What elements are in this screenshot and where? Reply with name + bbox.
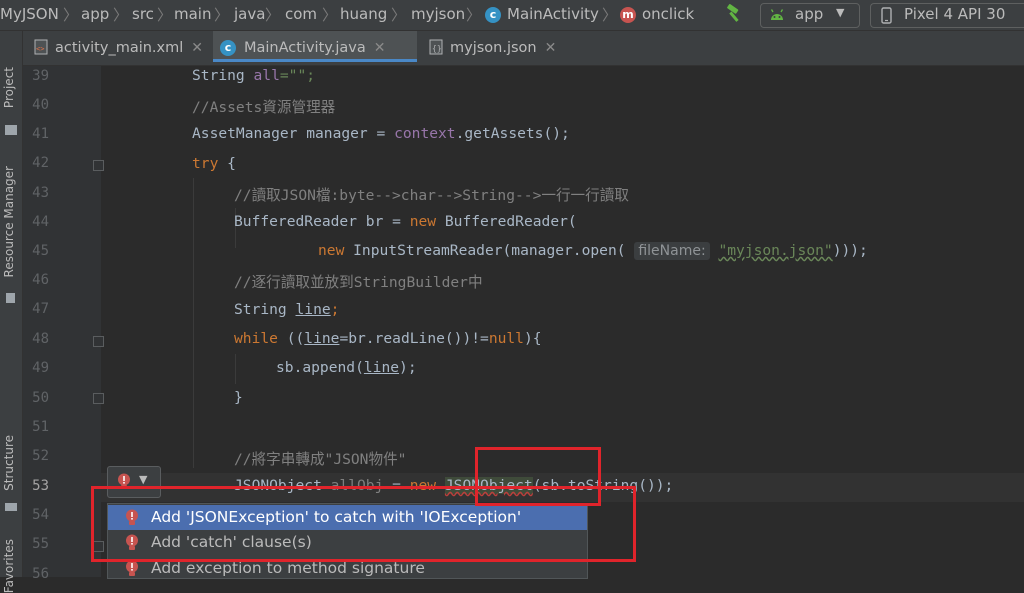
structure-icon	[5, 503, 17, 511]
chevron-right-icon: 〉	[391, 6, 407, 24]
breadcrumb-mainactivity-label: MainActivity	[507, 5, 599, 23]
svg-text:<>: <>	[36, 45, 44, 53]
method-icon: m	[620, 7, 636, 23]
line-number: 47	[32, 301, 49, 317]
hammer-icon[interactable]	[724, 4, 744, 24]
chevron-right-icon: 〉	[322, 6, 338, 24]
line-number: 56	[32, 566, 49, 582]
line-number: 54	[32, 507, 49, 523]
line-number: 46	[32, 272, 49, 288]
xml-file-icon: <>	[34, 39, 48, 55]
indent-guide	[193, 178, 194, 468]
android-icon	[770, 9, 784, 20]
project-tool-tab[interactable]: Project	[2, 67, 16, 108]
line-number-current: 53	[32, 478, 49, 494]
navigation-bar: MyJSON 〉 app 〉 src 〉 main 〉 java 〉 com 〉…	[0, 0, 1024, 31]
chevron-right-icon: 〉	[113, 6, 129, 24]
breadcrumb-huang[interactable]: huang	[340, 5, 387, 23]
code-line-43: //讀取JSON檔:byte-->char-->String-->一行一行讀取	[234, 187, 629, 204]
error-bulb-icon	[126, 560, 138, 576]
chevron-right-icon: 〉	[265, 6, 281, 24]
line-number: 43	[32, 185, 49, 201]
chevron-down-icon: ▼	[139, 473, 148, 486]
breadcrumb-onclick[interactable]: m onclick	[620, 5, 694, 23]
breadcrumb-src[interactable]: src	[132, 5, 154, 23]
code-line-48: while ((line=br.readLine())!=null){	[234, 330, 542, 347]
line-number: 52	[32, 448, 49, 464]
parameter-hint: fileName:	[634, 242, 710, 260]
breadcrumb-java[interactable]: java	[234, 5, 265, 23]
line-number: 40	[32, 97, 49, 113]
annotation-box-quickfix	[91, 486, 636, 562]
class-icon: c	[485, 7, 501, 23]
chevron-right-icon: 〉	[63, 6, 79, 24]
svg-text:{}: {}	[432, 44, 442, 53]
tab-label: MainActivity.java	[244, 40, 366, 56]
code-line-44: BufferedReader br = new BufferedReader(	[234, 213, 577, 230]
fold-marker-icon[interactable]	[93, 393, 104, 404]
chevron-right-icon: 〉	[157, 6, 173, 24]
run-config-label: app	[795, 5, 824, 23]
editor-gutter	[23, 66, 101, 577]
breadcrumb-project[interactable]: MyJSON	[0, 5, 59, 23]
tab-activity-main-xml[interactable]: <> activity_main.xml ✕	[33, 31, 213, 65]
line-number: 50	[32, 390, 49, 406]
tab-mainactivity-java[interactable]: c MainActivity.java ✕	[213, 31, 417, 62]
tab-label: myjson.json	[450, 40, 537, 56]
code-line-47: String line;	[234, 301, 340, 318]
line-number: 48	[32, 331, 49, 347]
breadcrumb-mainactivity[interactable]: c MainActivity	[485, 5, 599, 23]
close-icon[interactable]: ✕	[545, 40, 557, 56]
device-label: Pixel 4 API 30	[904, 5, 1006, 23]
phone-icon	[881, 7, 892, 24]
fold-marker-icon[interactable]	[93, 160, 104, 171]
editor-tabs: <> activity_main.xml ✕ c MainActivity.java…	[23, 31, 1024, 66]
line-number: 41	[32, 126, 49, 142]
close-icon[interactable]: ✕	[374, 40, 386, 56]
code-line-46: //逐行讀取並放到StringBuilder中	[234, 274, 483, 291]
device-select[interactable]: Pixel 4 API 30	[870, 3, 1024, 28]
run-config-select[interactable]: app ▼	[760, 3, 860, 28]
line-number: 55	[32, 536, 49, 552]
favorites-tool-tab[interactable]: Favorites	[2, 539, 16, 593]
folder-icon	[5, 125, 17, 135]
chevron-down-icon: ▼	[836, 6, 845, 19]
line-number: 45	[32, 243, 49, 259]
line-number: 42	[32, 155, 49, 171]
tool-window-strip: Project Resource Manager Structure Favor…	[0, 31, 23, 593]
structure-tool-tab[interactable]: Structure	[2, 435, 16, 491]
tab-label: activity_main.xml	[55, 40, 184, 56]
line-number: 39	[32, 68, 49, 84]
line-number: 44	[32, 214, 49, 230]
code-line-50: }	[234, 389, 243, 406]
resource-icon	[6, 293, 15, 303]
code-line-39: String all="";	[192, 67, 316, 84]
breadcrumb-myjson[interactable]: myjson	[411, 5, 465, 23]
json-file-icon: {}	[429, 39, 443, 55]
breadcrumb-onclick-label: onclick	[642, 5, 695, 23]
line-number: 51	[32, 419, 49, 435]
fold-marker-icon[interactable]	[93, 336, 104, 347]
code-line-40: //Assets資源管理器	[192, 99, 336, 116]
chevron-right-icon: 〉	[466, 6, 482, 24]
class-file-icon: c	[220, 40, 236, 56]
chevron-right-icon: 〉	[214, 6, 230, 24]
resource-manager-tool-tab[interactable]: Resource Manager	[2, 166, 16, 277]
code-line-42: try {	[192, 155, 236, 172]
breadcrumb-app[interactable]: app	[81, 5, 109, 23]
code-line-49: sb.append(line);	[276, 359, 417, 376]
breadcrumb-main[interactable]: main	[174, 5, 211, 23]
code-line-52: //將字串轉成"JSON物件"	[234, 451, 407, 468]
code-line-45: new InputStreamReader(manager.open( file…	[318, 242, 868, 260]
line-number: 49	[32, 360, 49, 376]
indent-guide	[235, 354, 236, 384]
tab-myjson-json[interactable]: {} myjson.json ✕	[428, 31, 558, 65]
code-line-41: AssetManager manager = context.getAssets…	[192, 125, 570, 142]
close-icon[interactable]: ✕	[191, 40, 203, 56]
breadcrumb-com[interactable]: com	[285, 5, 317, 23]
chevron-right-icon: 〉	[602, 6, 618, 24]
